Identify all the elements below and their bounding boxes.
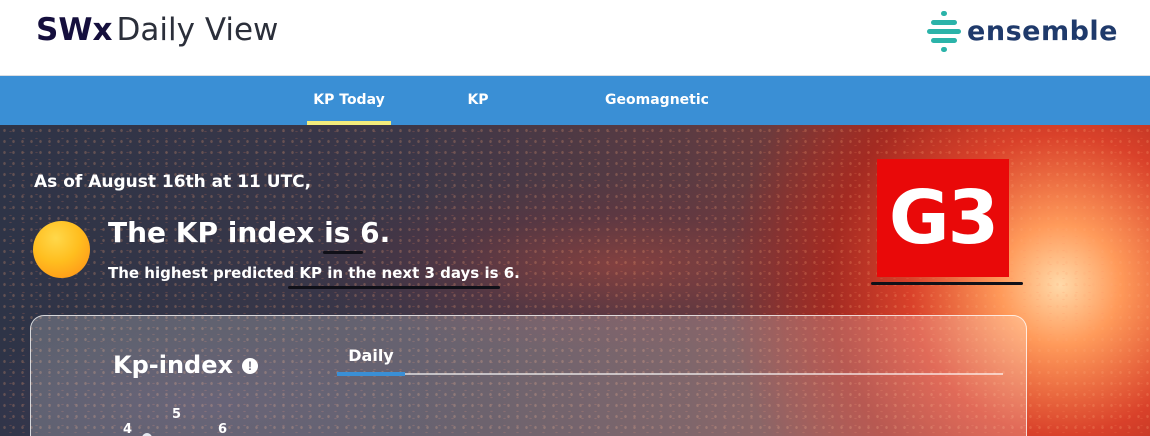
kp-forecast-text: The highest predicted KP in the next 3 d… <box>108 264 520 282</box>
tab-daily[interactable]: Daily <box>337 346 405 365</box>
sun-icon <box>33 221 90 278</box>
tab-daily-indicator <box>337 372 405 376</box>
storm-level-badge: G3 <box>877 159 1009 277</box>
app-title: SWx Daily View <box>36 12 278 48</box>
badge-underline <box>871 282 1023 285</box>
as-of-text: As of August 16th at 11 UTC, <box>34 172 312 192</box>
app-header: SWx Daily View ensemble <box>0 0 1150 76</box>
tab-kp-today[interactable]: KP Today <box>307 76 391 125</box>
main-nav: KP Today KP Probability Geomagnetic Warn… <box>0 76 1150 156</box>
forecast-underline <box>288 286 500 289</box>
kp-value: 6. <box>360 216 391 249</box>
kp-index-panel: Kp-index ! Daily 4 5 6 <box>30 315 1027 436</box>
tab-divider <box>337 373 1003 375</box>
app-title-bold: SWx <box>36 12 113 48</box>
brand-name: ensemble <box>967 15 1118 47</box>
panel-title: Kp-index <box>113 351 233 379</box>
app-title-light: Daily View <box>116 12 279 48</box>
kp-headline-prefix: The KP index is <box>108 216 361 249</box>
chart-value-label: 4 <box>123 422 133 436</box>
kp-headline: The KP index is 6. <box>108 216 390 249</box>
tab-geomagnetic-warnings[interactable]: Geomagnetic Warnings <box>568 76 746 156</box>
chart-value-label: 6 <box>218 422 228 436</box>
info-icon[interactable]: ! <box>242 358 258 374</box>
tab-kp-probability[interactable]: KP Probability <box>422 76 534 156</box>
brand-logo[interactable]: ensemble <box>927 8 1118 54</box>
kp-value-underline <box>323 251 363 254</box>
chart-value-label: 5 <box>172 407 182 422</box>
ensemble-logo-icon <box>927 11 962 52</box>
hero-banner: As of August 16th at 11 UTC, The KP inde… <box>0 125 1150 436</box>
